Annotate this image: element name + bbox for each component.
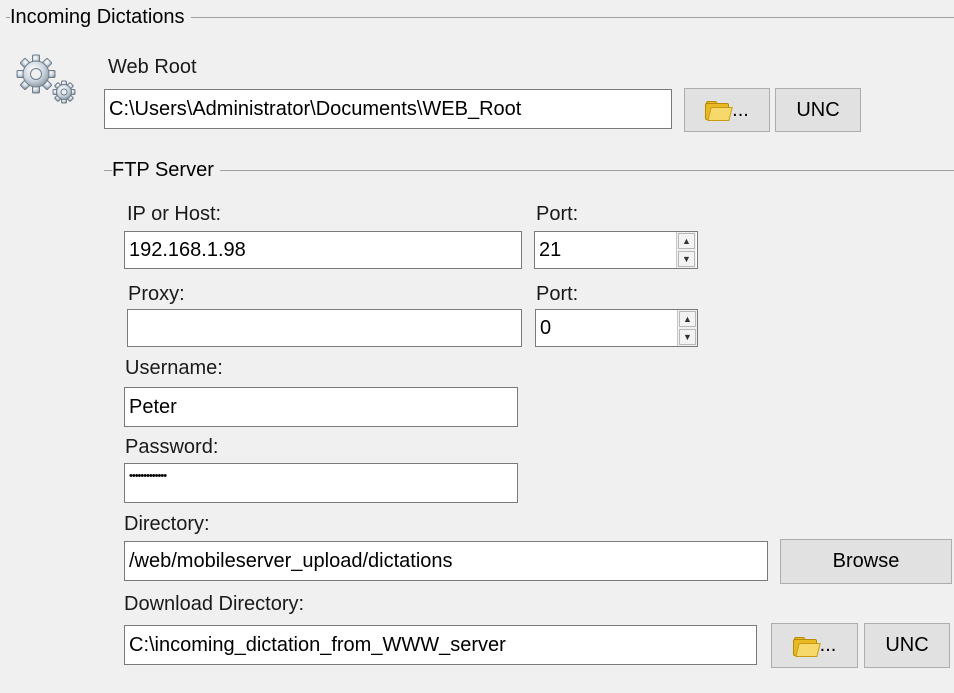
ftp-group-title: FTP Server — [112, 159, 220, 182]
proxy-port-input[interactable]: 0 — [535, 309, 698, 347]
proxy-input[interactable] — [127, 309, 522, 347]
download-directory-label: Download Directory: — [124, 593, 305, 615]
download-directory-input[interactable]: C:\incoming_dictation_from_WWW_server — [124, 625, 757, 665]
spin-down-arrow-icon[interactable]: ▼ — [679, 329, 696, 345]
web-root-label: Web Root — [108, 56, 197, 78]
web-root-unc-button[interactable]: UNC — [775, 88, 861, 132]
gears-icon — [14, 52, 78, 104]
download-directory-unc-button[interactable]: UNC — [864, 623, 950, 668]
download-directory-browse-label: ... — [819, 634, 837, 656]
ip-input[interactable]: 192.168.1.98 — [124, 231, 522, 269]
folder-icon — [792, 636, 821, 657]
web-root-input[interactable]: C:\Users\Administrator\Documents\WEB_Roo… — [104, 89, 672, 129]
proxy-port-value: 0 — [540, 316, 552, 339]
folder-icon — [705, 101, 733, 121]
password-mask: ••••••••••••• — [129, 470, 167, 482]
spin-down-arrow-icon[interactable]: ▼ — [678, 251, 695, 267]
proxy-label: Proxy: — [128, 283, 185, 305]
username-label: Username: — [125, 357, 223, 379]
port-value: 21 — [539, 238, 562, 261]
spin-up-arrow-icon[interactable]: ▲ — [679, 311, 696, 327]
directory-label: Directory: — [124, 513, 210, 535]
ip-label: IP or Host: — [127, 203, 222, 225]
password-input[interactable]: ••••••••••••• — [124, 463, 518, 503]
directory-input[interactable]: /web/mobileserver_upload/dictations — [124, 541, 768, 581]
port-label: Port: — [536, 203, 579, 225]
incoming-group-title: Incoming Dictations — [10, 6, 191, 29]
download-directory-browse-button[interactable]: ... — [771, 623, 858, 668]
proxy-port-spinner[interactable]: ▲ ▼ — [677, 310, 697, 346]
password-label: Password: — [125, 436, 219, 458]
proxy-port-label: Port: — [536, 283, 579, 305]
web-root-browse-label: ... — [732, 98, 749, 121]
port-input[interactable]: 21 — [534, 231, 698, 269]
web-root-browse-button[interactable]: ... — [684, 88, 770, 132]
directory-browse-button[interactable]: Browse — [780, 539, 952, 584]
username-input[interactable]: Peter — [124, 387, 518, 427]
spin-up-arrow-icon[interactable]: ▲ — [678, 233, 695, 249]
ftp-group-line — [104, 170, 954, 171]
port-spinner[interactable]: ▲ ▼ — [676, 232, 696, 268]
